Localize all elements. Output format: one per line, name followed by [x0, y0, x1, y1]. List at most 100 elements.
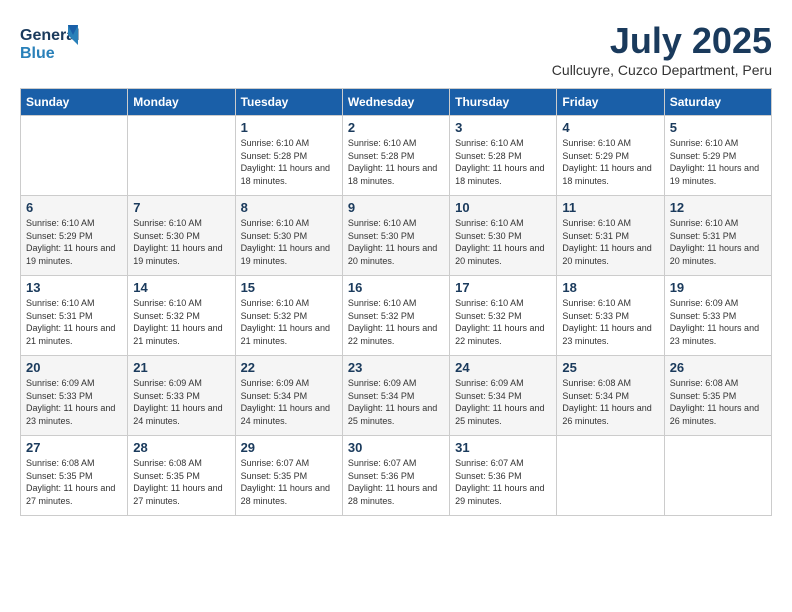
day-info: Sunrise: 6:10 AM Sunset: 5:29 PM Dayligh… — [670, 137, 766, 187]
day-number: 20 — [26, 360, 122, 375]
day-info: Sunrise: 6:10 AM Sunset: 5:31 PM Dayligh… — [26, 297, 122, 347]
calendar-cell — [664, 436, 771, 516]
day-info: Sunrise: 6:10 AM Sunset: 5:32 PM Dayligh… — [455, 297, 551, 347]
day-info: Sunrise: 6:10 AM Sunset: 5:32 PM Dayligh… — [241, 297, 337, 347]
calendar-week-row: 20 Sunrise: 6:09 AM Sunset: 5:33 PM Dayli… — [21, 356, 772, 436]
title-block: July 2025 Cullcuyre, Cuzco Department, P… — [552, 20, 772, 78]
day-info: Sunrise: 6:10 AM Sunset: 5:31 PM Dayligh… — [562, 217, 658, 267]
day-number: 16 — [348, 280, 444, 295]
calendar-cell: 24 Sunrise: 6:09 AM Sunset: 5:34 PM Dayli… — [450, 356, 557, 436]
day-info: Sunrise: 6:10 AM Sunset: 5:28 PM Dayligh… — [348, 137, 444, 187]
calendar-cell: 19 Sunrise: 6:09 AM Sunset: 5:33 PM Dayli… — [664, 276, 771, 356]
day-number: 1 — [241, 120, 337, 135]
day-info: Sunrise: 6:10 AM Sunset: 5:30 PM Dayligh… — [455, 217, 551, 267]
day-number: 9 — [348, 200, 444, 215]
day-number: 12 — [670, 200, 766, 215]
calendar-table: SundayMondayTuesdayWednesdayThursdayFrid… — [20, 88, 772, 516]
calendar-cell: 8Sunrise: 6:10 AM Sunset: 5:30 PM Daylig… — [235, 196, 342, 276]
calendar-cell: 6 Sunrise: 6:10 AM Sunset: 5:29 PM Daylig… — [21, 196, 128, 276]
calendar-cell: 27Sunrise: 6:08 AM Sunset: 5:35 PM Dayli… — [21, 436, 128, 516]
day-number: 4 — [562, 120, 658, 135]
day-info: Sunrise: 6:10 AM Sunset: 5:29 PM Dayligh… — [562, 137, 658, 187]
day-header-wednesday: Wednesday — [342, 89, 449, 116]
day-number: 10 — [455, 200, 551, 215]
day-info: Sunrise: 6:10 AM Sunset: 5:28 PM Dayligh… — [455, 137, 551, 187]
calendar-cell: 28 Sunrise: 6:08 AM Sunset: 5:35 PM Dayli… — [128, 436, 235, 516]
day-header-thursday: Thursday — [450, 89, 557, 116]
calendar-cell: 10 Sunrise: 6:10 AM Sunset: 5:30 PM Dayli… — [450, 196, 557, 276]
day-info: Sunrise: 6:08 AM Sunset: 5:35 PM Dayligh… — [670, 377, 766, 427]
day-number: 6 — [26, 200, 122, 215]
page-header: General Blue July 2025 Cullcuyre, Cuzco … — [20, 20, 772, 78]
calendar-week-row: 13 Sunrise: 6:10 AM Sunset: 5:31 PM Dayli… — [21, 276, 772, 356]
day-number: 28 — [133, 440, 229, 455]
day-number: 14 — [133, 280, 229, 295]
day-number: 23 — [348, 360, 444, 375]
day-header-friday: Friday — [557, 89, 664, 116]
day-info: Sunrise: 6:09 AM Sunset: 5:33 PM Dayligh… — [133, 377, 229, 427]
day-number: 22 — [241, 360, 337, 375]
day-number: 15 — [241, 280, 337, 295]
day-info: Sunrise: 6:10 AM Sunset: 5:32 PM Dayligh… — [348, 297, 444, 347]
day-info: Sunrise: 6:10 AM Sunset: 5:32 PM Dayligh… — [133, 297, 229, 347]
calendar-cell: 31Sunrise: 6:07 AM Sunset: 5:36 PM Dayli… — [450, 436, 557, 516]
day-number: 24 — [455, 360, 551, 375]
day-number: 11 — [562, 200, 658, 215]
calendar-cell: 20 Sunrise: 6:09 AM Sunset: 5:33 PM Dayli… — [21, 356, 128, 436]
day-header-saturday: Saturday — [664, 89, 771, 116]
calendar-cell: 14 Sunrise: 6:10 AM Sunset: 5:32 PM Dayli… — [128, 276, 235, 356]
calendar-cell: 21 Sunrise: 6:09 AM Sunset: 5:33 PM Dayli… — [128, 356, 235, 436]
calendar-cell: 17 Sunrise: 6:10 AM Sunset: 5:32 PM Dayli… — [450, 276, 557, 356]
day-number: 21 — [133, 360, 229, 375]
calendar-cell — [557, 436, 664, 516]
calendar-cell: 15 Sunrise: 6:10 AM Sunset: 5:32 PM Dayli… — [235, 276, 342, 356]
day-info: Sunrise: 6:08 AM Sunset: 5:35 PM Dayligh… — [26, 457, 122, 507]
calendar-week-row: 27Sunrise: 6:08 AM Sunset: 5:35 PM Dayli… — [21, 436, 772, 516]
day-info: Sunrise: 6:08 AM Sunset: 5:35 PM Dayligh… — [133, 457, 229, 507]
calendar-cell: 3 Sunrise: 6:10 AM Sunset: 5:28 PM Daylig… — [450, 116, 557, 196]
day-number: 17 — [455, 280, 551, 295]
calendar-cell: 22 Sunrise: 6:09 AM Sunset: 5:34 PM Dayli… — [235, 356, 342, 436]
calendar-cell: 5Sunrise: 6:10 AM Sunset: 5:29 PM Daylig… — [664, 116, 771, 196]
calendar-cell: 13 Sunrise: 6:10 AM Sunset: 5:31 PM Dayli… — [21, 276, 128, 356]
calendar-cell: 26Sunrise: 6:08 AM Sunset: 5:35 PM Dayli… — [664, 356, 771, 436]
svg-text:Blue: Blue — [20, 45, 55, 62]
day-number: 29 — [241, 440, 337, 455]
day-info: Sunrise: 6:10 AM Sunset: 5:29 PM Dayligh… — [26, 217, 122, 267]
calendar-cell: 23 Sunrise: 6:09 AM Sunset: 5:34 PM Dayli… — [342, 356, 449, 436]
calendar-cell — [21, 116, 128, 196]
day-info: Sunrise: 6:07 AM Sunset: 5:36 PM Dayligh… — [348, 457, 444, 507]
day-info: Sunrise: 6:09 AM Sunset: 5:34 PM Dayligh… — [455, 377, 551, 427]
day-info: Sunrise: 6:08 AM Sunset: 5:34 PM Dayligh… — [562, 377, 658, 427]
day-header-sunday: Sunday — [21, 89, 128, 116]
calendar-cell: 25Sunrise: 6:08 AM Sunset: 5:34 PM Dayli… — [557, 356, 664, 436]
calendar-week-row: 1 Sunrise: 6:10 AM Sunset: 5:28 PM Daylig… — [21, 116, 772, 196]
day-number: 30 — [348, 440, 444, 455]
calendar-cell: 4 Sunrise: 6:10 AM Sunset: 5:29 PM Daylig… — [557, 116, 664, 196]
day-number: 13 — [26, 280, 122, 295]
day-info: Sunrise: 6:10 AM Sunset: 5:28 PM Dayligh… — [241, 137, 337, 187]
day-info: Sunrise: 6:10 AM Sunset: 5:30 PM Dayligh… — [133, 217, 229, 267]
day-header-monday: Monday — [128, 89, 235, 116]
logo-icon: General Blue — [20, 20, 80, 65]
day-info: Sunrise: 6:10 AM Sunset: 5:31 PM Dayligh… — [670, 217, 766, 267]
calendar-cell: 1 Sunrise: 6:10 AM Sunset: 5:28 PM Daylig… — [235, 116, 342, 196]
calendar-cell: 16 Sunrise: 6:10 AM Sunset: 5:32 PM Dayli… — [342, 276, 449, 356]
calendar-cell: 12 Sunrise: 6:10 AM Sunset: 5:31 PM Dayli… — [664, 196, 771, 276]
calendar-cell: 7 Sunrise: 6:10 AM Sunset: 5:30 PM Daylig… — [128, 196, 235, 276]
day-info: Sunrise: 6:10 AM Sunset: 5:30 PM Dayligh… — [348, 217, 444, 267]
day-info: Sunrise: 6:09 AM Sunset: 5:33 PM Dayligh… — [670, 297, 766, 347]
day-number: 18 — [562, 280, 658, 295]
day-number: 19 — [670, 280, 766, 295]
month-year: July 2025 — [552, 20, 772, 62]
day-info: Sunrise: 6:07 AM Sunset: 5:35 PM Dayligh… — [241, 457, 337, 507]
day-number: 7 — [133, 200, 229, 215]
day-header-tuesday: Tuesday — [235, 89, 342, 116]
day-info: Sunrise: 6:09 AM Sunset: 5:33 PM Dayligh… — [26, 377, 122, 427]
calendar-cell — [128, 116, 235, 196]
calendar-cell: 18Sunrise: 6:10 AM Sunset: 5:33 PM Dayli… — [557, 276, 664, 356]
day-number: 3 — [455, 120, 551, 135]
day-info: Sunrise: 6:09 AM Sunset: 5:34 PM Dayligh… — [348, 377, 444, 427]
day-info: Sunrise: 6:09 AM Sunset: 5:34 PM Dayligh… — [241, 377, 337, 427]
calendar-cell: 29 Sunrise: 6:07 AM Sunset: 5:35 PM Dayli… — [235, 436, 342, 516]
